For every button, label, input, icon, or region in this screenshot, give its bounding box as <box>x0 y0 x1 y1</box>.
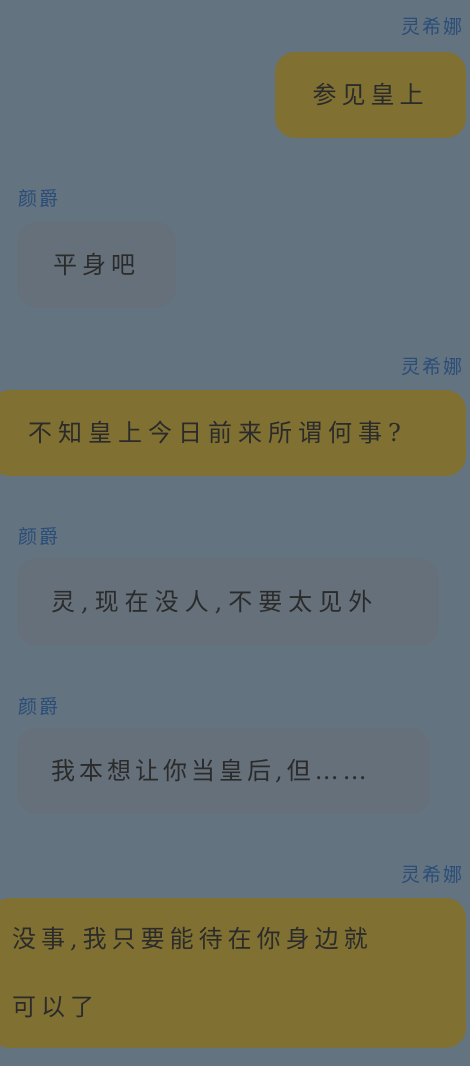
message-text-line: 没事,我只要能待在你身边就 <box>12 925 373 953</box>
message-bubble[interactable]: 参见皇上 <box>275 52 466 138</box>
sender-name: 灵希娜 <box>400 864 464 886</box>
message-bubble[interactable]: 没事,我只要能待在你身边就 可以了 <box>0 898 466 1048</box>
message-bubble[interactable]: 不知皇上今日前来所谓何事? <box>0 390 466 476</box>
sender-name: 灵希娜 <box>400 16 464 38</box>
chat-conversation: 灵希娜 参见皇上 颜爵 平身吧 灵希娜 不知皇上今日前来所谓何事? 颜爵 灵,现… <box>0 0 470 1066</box>
sender-name: 颜爵 <box>18 526 61 548</box>
message-bubble[interactable]: 平身吧 <box>17 222 176 308</box>
message-text: 我本想让你当皇后,但…… <box>51 757 371 785</box>
sender-name: 灵希娜 <box>400 356 464 378</box>
sender-name: 颜爵 <box>18 188 61 210</box>
message-text-line: 可以了 <box>12 993 99 1021</box>
message-bubble[interactable]: 我本想让你当皇后,但…… <box>17 728 430 814</box>
message-text: 不知皇上今日前来所谓何事? <box>28 419 407 447</box>
message-text: 参见皇上 <box>312 81 429 109</box>
sender-name: 颜爵 <box>18 696 61 718</box>
message-text: 平身吧 <box>53 251 140 279</box>
message-bubble[interactable]: 灵,现在没人,不要太见外 <box>17 558 439 646</box>
message-text: 灵,现在没人,不要太见外 <box>51 588 379 616</box>
